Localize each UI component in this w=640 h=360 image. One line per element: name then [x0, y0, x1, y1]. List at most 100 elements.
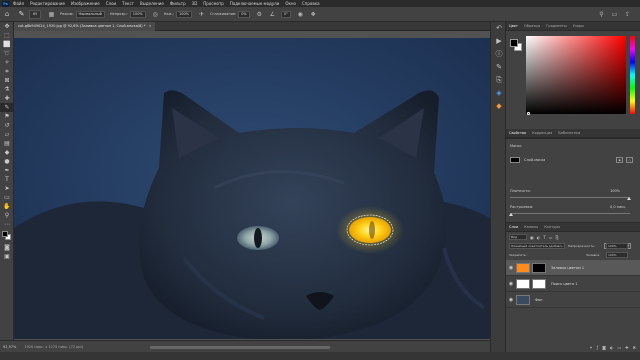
filter-pixel-icon[interactable]: ▣ — [530, 235, 534, 240]
quick-select-tool-icon[interactable]: ✧ — [0, 58, 14, 67]
pressure-size-icon[interactable]: ◉ — [296, 10, 305, 19]
smoothing-gear-icon[interactable]: ⚙ — [255, 10, 264, 19]
layer-mask-thumb[interactable] — [532, 278, 546, 289]
canvas-area[interactable] — [14, 32, 490, 340]
blend-mode-select[interactable]: Линейный осветлитель (добавл... — [509, 243, 565, 249]
pressure-opacity-icon[interactable]: ◎ — [151, 10, 160, 19]
menu-file[interactable]: Файл — [13, 0, 24, 7]
eyedropper-tool-icon[interactable]: ⚗ — [0, 85, 14, 94]
tab-layers[interactable]: Слои — [509, 225, 518, 229]
tab-color[interactable]: Цвет — [509, 24, 518, 28]
fill-field[interactable]: 100% — [606, 252, 628, 258]
visibility-eye-icon[interactable]: ◉ — [506, 297, 516, 303]
dodge-tool-icon[interactable]: ● — [0, 157, 14, 166]
color-picker-cursor[interactable] — [527, 112, 530, 115]
type-tool-icon[interactable]: T — [0, 175, 14, 184]
tab-patterns[interactable]: Узоры — [573, 24, 584, 28]
opacity-field[interactable]: 100% — [129, 10, 146, 18]
menu-edit[interactable]: Редактирование — [30, 0, 65, 7]
layer-name[interactable]: Фон — [535, 298, 542, 302]
cat-photo-canvas[interactable] — [14, 38, 490, 339]
marquee-tool-icon[interactable]: ⬜ — [0, 40, 14, 49]
screen-mode-icon[interactable]: ▣ — [0, 252, 14, 261]
feather-value[interactable]: 0,0 пикс. — [610, 205, 626, 209]
airbrush-icon[interactable]: ✈ — [197, 10, 206, 19]
close-tab-icon[interactable]: × — [149, 24, 152, 28]
hue-slider[interactable] — [630, 36, 635, 114]
lasso-tool-icon[interactable]: ➰ — [0, 49, 14, 58]
path-select-tool-icon[interactable]: ➤ — [0, 184, 14, 193]
filter-smart-icon[interactable]: ⎘ — [556, 235, 559, 240]
share-icon[interactable]: ⇪ — [623, 10, 632, 19]
blur-tool-icon[interactable]: ◆ — [0, 148, 14, 157]
layer-name[interactable]: Поиск цвета 1 — [551, 282, 577, 286]
horizontal-scrollbar[interactable] — [150, 346, 330, 349]
adjustment-layer-icon[interactable]: ◐ — [610, 345, 614, 353]
density-slider[interactable] — [510, 197, 630, 198]
filter-type-icon[interactable]: T — [543, 235, 545, 240]
history-panel-icon[interactable]: ↶ — [491, 22, 507, 35]
pen-tool-icon[interactable]: ✒ — [0, 166, 14, 175]
feather-slider[interactable] — [510, 213, 630, 214]
gradient-tool-icon[interactable]: ▤ — [0, 139, 14, 148]
layer-opacity-field[interactable]: 100% — [606, 243, 628, 249]
info-panel-icon[interactable]: ⓘ — [491, 48, 507, 61]
new-group-icon[interactable]: ▭ — [618, 345, 622, 353]
color-swatches[interactable] — [0, 229, 13, 243]
search-icon[interactable]: ⚲ — [597, 10, 606, 19]
menu-view[interactable]: Просмотр — [203, 0, 224, 7]
pixel-mask-button[interactable]: ▪ — [616, 157, 623, 163]
frame-tool-icon[interactable]: ⊠ — [0, 76, 14, 85]
delete-layer-icon[interactable]: ✖ — [633, 345, 636, 353]
menu-window[interactable]: Окно — [285, 0, 296, 7]
layer-filter-select[interactable]: Вид — [509, 234, 527, 240]
vector-mask-button[interactable]: ◇ — [626, 157, 633, 163]
smoothing-field[interactable]: 0% — [238, 10, 250, 18]
layer-mask-thumb[interactable] — [532, 262, 546, 273]
menu-plugins[interactable]: Подключаемые модули — [230, 0, 280, 7]
brush-tool-icon[interactable]: ✎ — [17, 10, 26, 19]
navigator-panel-icon[interactable]: ◈ — [491, 87, 507, 100]
3d-panel-icon[interactable]: ◆ — [491, 100, 507, 113]
tab-properties[interactable]: Свойства — [509, 131, 526, 135]
brush-settings-icon[interactable]: ▦ — [47, 10, 56, 19]
hand-tool-icon[interactable]: ✋ — [0, 202, 14, 211]
filter-adjust-icon[interactable]: ◐ — [537, 235, 541, 240]
menu-help[interactable]: Справка — [302, 0, 320, 7]
layer-mask-thumbnail[interactable] — [510, 157, 520, 163]
flow-field[interactable]: 100% — [175, 10, 192, 18]
new-layer-icon[interactable]: ✚ — [625, 345, 628, 353]
tab-libraries[interactable]: Библиотеки — [558, 131, 580, 135]
document-tab[interactable]: cat-g8b949024_1920.jpg @ 92,6% (Заливка … — [14, 22, 156, 31]
home-icon[interactable]: ⌂ — [3, 10, 11, 18]
foreground-color-swatch[interactable] — [2, 231, 8, 237]
angle-icon[interactable]: ∠ — [268, 10, 277, 19]
menu-type[interactable]: Текст — [122, 0, 134, 7]
stamp-tool-icon[interactable]: ⚑ — [0, 112, 14, 121]
symmetry-icon[interactable]: ❖ — [309, 10, 318, 19]
menu-image[interactable]: Изображение — [71, 0, 100, 7]
mode-select[interactable]: Нормальный — [75, 10, 105, 18]
actions-panel-icon[interactable]: ▶ — [491, 35, 507, 48]
menu-layers[interactable]: Слои — [106, 0, 116, 7]
visibility-eye-icon[interactable]: ◉ — [506, 281, 516, 287]
layer-name[interactable]: Заливка цветом 1 — [551, 266, 584, 270]
quick-mask-icon[interactable]: ◙ — [0, 243, 14, 252]
color-picker-field[interactable] — [526, 36, 626, 114]
menu-3d[interactable]: 3D — [192, 0, 198, 7]
brush-size-picker[interactable]: 65 — [29, 9, 41, 19]
color-panel-fg-swatch[interactable] — [510, 39, 518, 47]
visibility-eye-icon[interactable]: ◉ — [506, 265, 516, 271]
layer-row[interactable]: ◉ Поиск цвета 1 — [506, 276, 640, 292]
more-tools-icon[interactable]: ⋯ — [0, 220, 14, 229]
layer-row[interactable]: ◉ Заливка цветом 1 — [506, 260, 640, 276]
tab-channels[interactable]: Каналы — [524, 225, 538, 229]
density-slider-knob[interactable] — [627, 197, 631, 200]
shape-tool-icon[interactable]: ▭ — [0, 193, 14, 202]
zoom-tool-icon[interactable]: ⚲ — [0, 211, 14, 220]
tab-gradients[interactable]: Градиенты — [546, 24, 566, 28]
angle-field[interactable]: 0° — [280, 10, 291, 18]
healing-tool-icon[interactable]: ✚ — [0, 94, 14, 103]
zoom-level[interactable]: 92,57% — [3, 345, 16, 349]
move-tool-icon[interactable]: ✥ — [0, 22, 14, 31]
